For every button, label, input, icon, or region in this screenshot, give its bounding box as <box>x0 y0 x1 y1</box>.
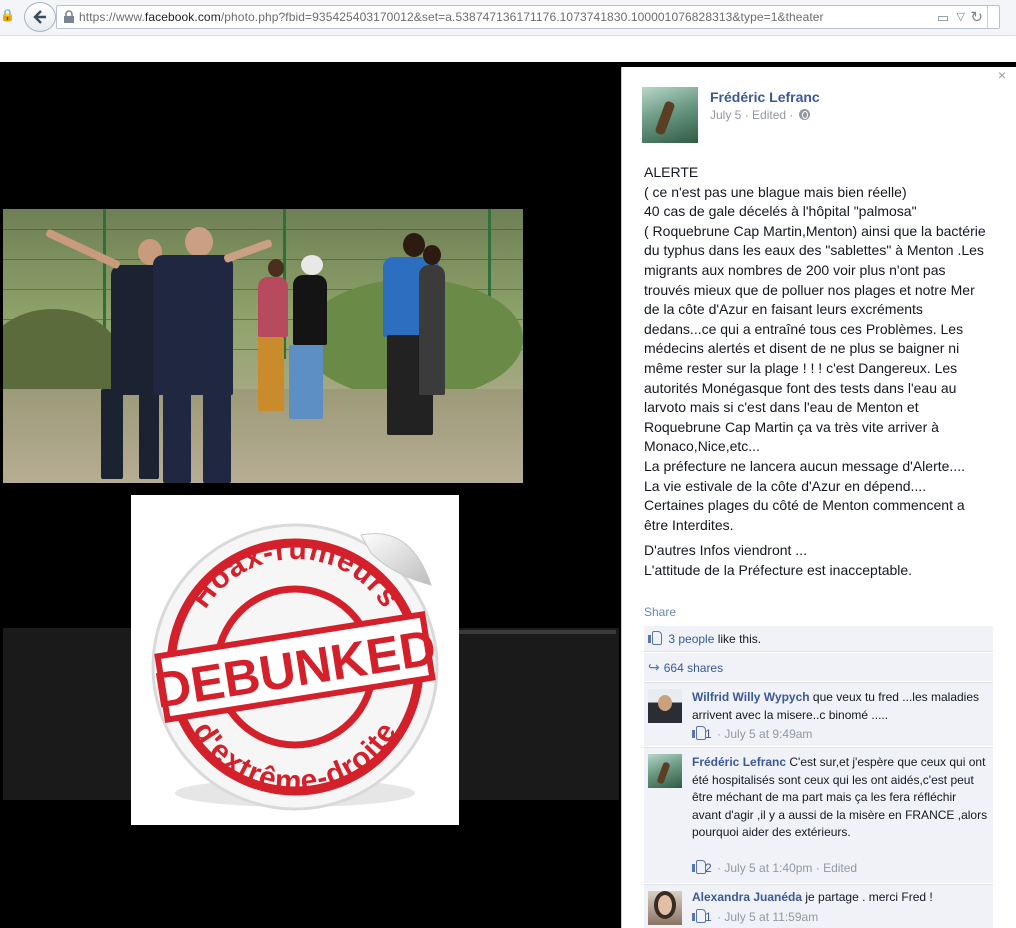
close-icon[interactable]: × <box>998 67 1006 83</box>
post-line: trouvés mieux que de polluer nos plages … <box>644 281 975 298</box>
back-arrow-icon <box>33 10 46 24</box>
post-line: L'attitude de la Préfecture est inaccept… <box>644 561 913 578</box>
debunked-sticker-image[interactable]: Hoax-rumeurs d'extrême-droite DEBUNKED <box>131 495 459 825</box>
lock-icon <box>64 10 74 23</box>
address-bar[interactable]: https://www.facebook.com/photo.php?fbid=… <box>56 5 1000 29</box>
author-name[interactable]: Frédéric Lefranc <box>710 89 820 105</box>
comment-body: Frédéric Lefranc C'est sur,et j'espère q… <box>692 754 988 842</box>
post-line: La préfecture ne lancera aucun message d… <box>644 457 965 474</box>
comment-like-count[interactable]: 2 <box>705 861 712 875</box>
post-line: Certaines plages du côté de Menton comme… <box>644 497 965 514</box>
comment-body: Wilfrid Willy Wypych que veux tu fred ..… <box>692 689 988 724</box>
comment-timestamp[interactable]: · July 5 at 9:49am <box>717 727 812 741</box>
post-line: ( ce n'est pas une blague mais bien réel… <box>644 183 907 200</box>
like-thumb-icon[interactable] <box>692 909 706 923</box>
commenter-name[interactable]: Wilfrid Willy Wypych <box>692 690 810 704</box>
post-line: de la côte d'Azur en faisant leurs excré… <box>644 301 923 318</box>
comment-timestamp[interactable]: · July 5 at 1:40pm · Edited <box>717 861 857 875</box>
post-line: La vie estivale de la côte d'Azur en dép… <box>644 477 927 494</box>
post-line: ( Roquebrune Cap Martin,Menton) ainsi qu… <box>644 222 986 239</box>
post-line: dedans...ce qui a entraîné tous ces Prob… <box>644 320 964 337</box>
post-date[interactable]: July 5 <box>710 108 741 122</box>
browser-toolbar: 🔒 https://www.facebook.com/photo.php?fbi… <box>0 0 1016 36</box>
commenter-avatar[interactable] <box>648 754 682 788</box>
reload-icon[interactable]: ↻ <box>970 8 983 26</box>
post-line: Roquebrune Cap Martin ça va très vite ar… <box>644 418 939 435</box>
globe-icon[interactable] <box>798 109 810 120</box>
post-line: ALERTE <box>644 164 699 180</box>
comment-item: Wilfrid Willy Wypych que veux tu fred ..… <box>644 682 993 746</box>
commenter-name[interactable]: Alexandra Juanéda <box>692 890 802 904</box>
edited-label[interactable]: Edited <box>752 108 786 122</box>
reader-view-icon[interactable]: ▭ <box>937 10 949 26</box>
share-arrow-icon: ↪ <box>648 659 660 675</box>
comment-meta: 2 · July 5 at 1:40pm · Edited <box>692 860 857 875</box>
favicon-icon: 🔒 <box>0 8 15 22</box>
post-line: médecins alertés et disent de ne plus se… <box>644 340 960 357</box>
post-photo[interactable] <box>3 209 523 483</box>
comment-item: Frédéric Lefranc C'est sur,et j'espère q… <box>644 747 993 883</box>
comment-text: je partage . merci Fred ! <box>802 890 933 904</box>
author-avatar[interactable] <box>642 87 698 143</box>
debunked-stamp-graphic: Hoax-rumeurs d'extrême-droite DEBUNKED <box>151 523 440 811</box>
post-line: Monaco,Nice,etc... <box>644 438 760 455</box>
comment-like-count[interactable]: 1 <box>705 910 712 924</box>
comment-item: Alexandra Juanéda je partage . merci Fre… <box>644 884 993 928</box>
like-thumb-icon <box>648 631 662 645</box>
post-side-panel: × Frédéric Lefranc July 5 · Edited · ALE… <box>621 67 1016 928</box>
url-text[interactable]: https://www.facebook.com/photo.php?fbid=… <box>79 10 824 24</box>
post-line: 40 cas de gale décelés à l'hôpital "palm… <box>644 203 917 220</box>
likes-summary: 3 people like this. <box>644 626 993 652</box>
address-bar-end <box>987 6 999 28</box>
post-line: autorités Monégasque font des tests dans… <box>644 379 957 396</box>
post-line: même rester sur la plage ! ! ! c'est Dan… <box>644 359 958 376</box>
chevron-down-icon[interactable]: ▽ <box>957 10 965 23</box>
commenter-avatar[interactable] <box>648 689 682 723</box>
post-meta: July 5 · Edited · <box>710 108 810 122</box>
theater-divider <box>458 630 616 634</box>
meta-separator: · <box>789 108 794 122</box>
meta-separator: · <box>744 108 749 122</box>
comment-meta: 1 · July 5 at 11:59am <box>692 909 818 924</box>
like-thumb-icon[interactable] <box>692 860 706 874</box>
commenter-avatar[interactable] <box>648 891 682 925</box>
post-line: être Interdites. <box>644 516 734 533</box>
share-link[interactable]: Share <box>644 605 676 619</box>
comment-meta: 1 · July 5 at 9:49am <box>692 726 812 741</box>
comment-like-count[interactable]: 1 <box>705 727 712 741</box>
commenter-name[interactable]: Frédéric Lefranc <box>692 755 786 769</box>
shares-summary: ↪ 664 shares <box>644 653 993 681</box>
post-line: larvoto mais si c'est dans l'eau de Ment… <box>644 399 919 416</box>
back-button[interactable] <box>24 2 56 32</box>
like-thumb-icon[interactable] <box>692 726 706 740</box>
comment-timestamp[interactable]: · July 5 at 11:59am <box>717 910 818 924</box>
post-line: D'autres Infos viendront ... <box>644 542 807 559</box>
likes-suffix: like this. <box>714 632 762 646</box>
shares-count-link[interactable]: 664 shares <box>664 661 723 675</box>
post-line: du typhus dans les eaux des "sablettes" … <box>644 242 984 259</box>
post-line: migrants aux nombres de 200 voir plus n'… <box>644 261 946 278</box>
likes-count-link[interactable]: 3 people <box>668 632 714 646</box>
post-message: ALERTE ( ce n'est pas une blague mais bi… <box>644 163 999 580</box>
comment-body: Alexandra Juanéda je partage . merci Fre… <box>692 889 988 907</box>
